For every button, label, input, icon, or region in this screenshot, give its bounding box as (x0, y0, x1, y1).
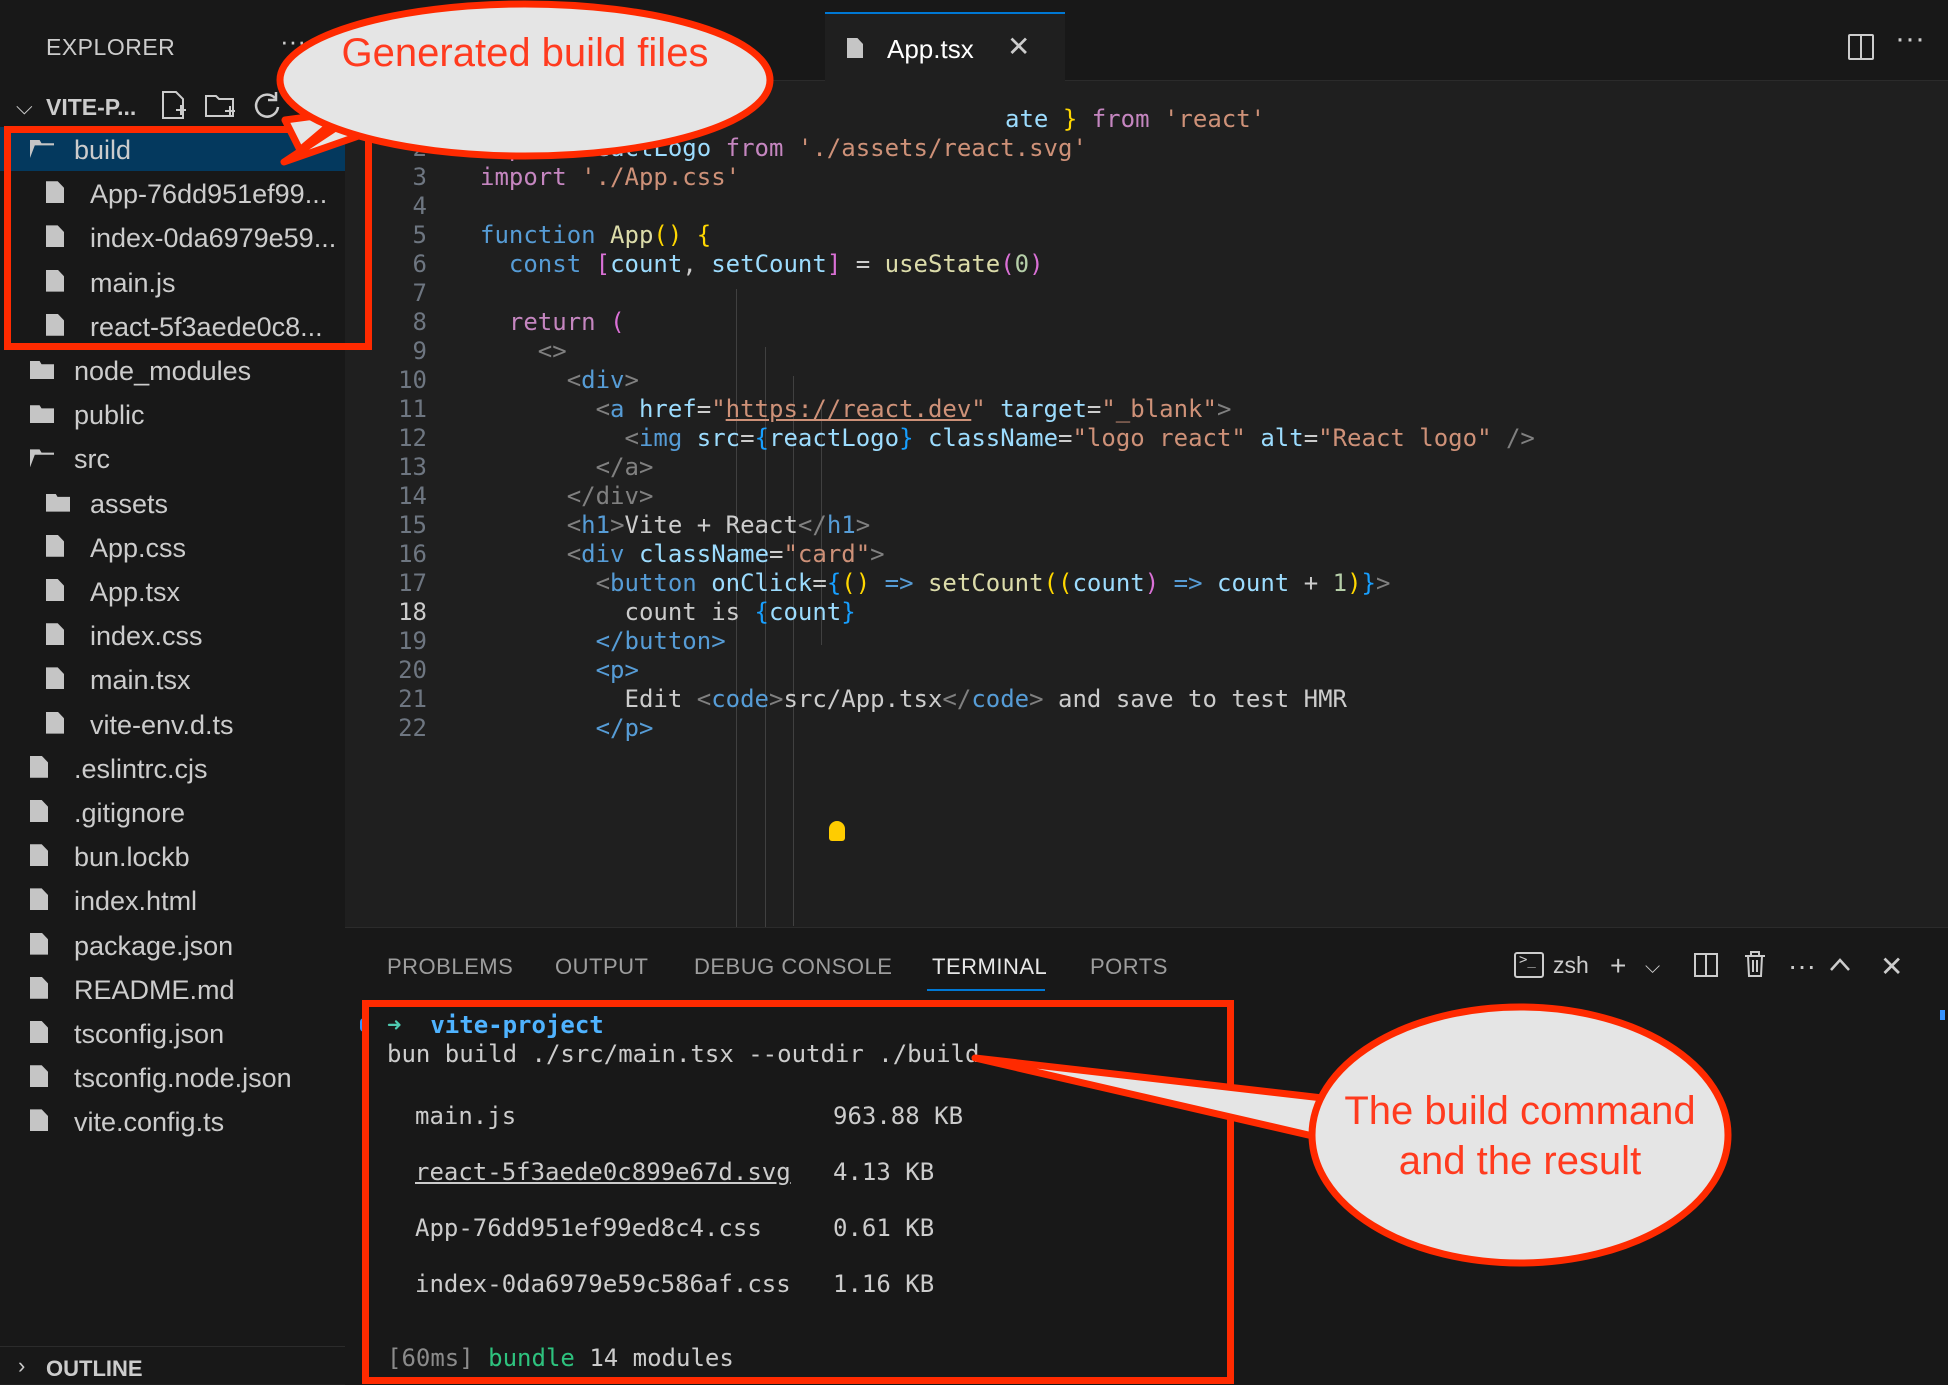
callout-bottom-tail (971, 1054, 1344, 1144)
callout-top-text: Generated build files (341, 31, 709, 75)
callout-top-bubble (276, 0, 774, 160)
callout-bottom-text: The build command and the result (1344, 1089, 1696, 1183)
